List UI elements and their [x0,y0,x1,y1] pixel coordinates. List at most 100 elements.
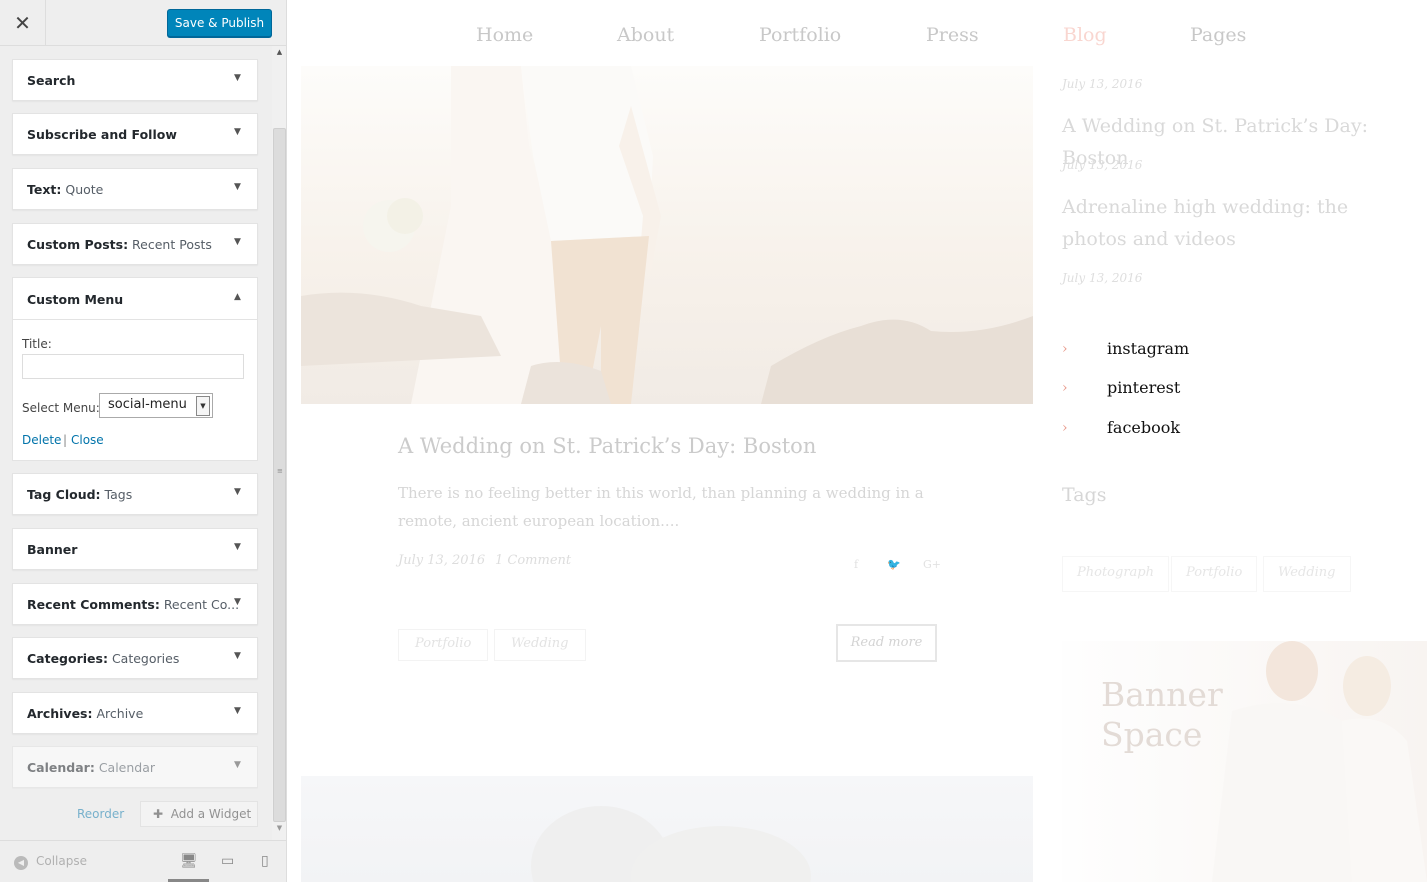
widget-subtitle: Categories [111,651,180,666]
close-link[interactable]: Close [71,433,104,447]
chevron-right-icon: › [1062,341,1068,357]
social-menu-label: facebook [1107,418,1181,437]
widget-recent-comments[interactable]: Recent Comments: Recent Co... ▼ [12,583,258,625]
link-separator: | [63,433,68,447]
social-menu-label: pinterest [1107,378,1181,397]
widget-subtitle: Recent Co... [163,597,240,612]
scroll-up-arrow-icon[interactable]: ▲ [272,48,286,58]
title-label: Title: [22,337,52,351]
nav-home[interactable]: Home [476,24,533,46]
main-navigation: Home About Portfolio Press Blog Pages [288,24,1427,54]
expand-arrow-icon: ▼ [234,706,241,716]
select-menu-dropdown[interactable]: social-menu ▼ [99,393,213,418]
reorder-link[interactable]: Reorder [77,807,124,821]
close-customizer-button[interactable]: ✕ [0,0,46,46]
banner-widget[interactable]: Banner Space [1062,641,1427,882]
second-featured-image[interactable] [301,776,1033,882]
expand-arrow-icon: ▼ [234,542,241,552]
twitter-share-icon[interactable]: 🐦 [887,558,901,571]
widget-subtitle: Tags [104,487,133,502]
chevron-right-icon: › [1062,380,1068,396]
expand-arrow-icon: ▼ [234,487,241,497]
close-icon: ✕ [14,11,31,35]
expand-arrow-icon: ▼ [234,73,241,83]
recent-post-date: July 13, 2016 [1062,271,1143,285]
widget-title: Archives [27,706,88,721]
widget-title: Custom Posts [27,237,124,252]
chevron-right-icon: › [1062,420,1068,436]
widget-title: Categories [27,651,103,666]
site-preview: Home About Portfolio Press Blog Pages A … [288,0,1427,882]
widget-subtitle: Recent Posts [132,237,212,252]
recent-post-title[interactable]: Adrenaline high wedding: the photos and … [1062,191,1407,255]
widget-title: Custom Menu [27,292,124,307]
chevron-down-icon: ▼ [196,396,210,416]
read-more-button[interactable]: Read more [836,624,937,662]
tag-cloud-item[interactable]: Photograph [1062,556,1169,592]
facebook-share-icon[interactable]: f [854,558,858,571]
collapse-arrow-icon: ◀ [14,856,28,870]
nav-blog[interactable]: Blog [1063,24,1107,46]
expand-arrow-icon: ▼ [234,760,241,770]
desktop-preview-icon[interactable]: 🖥 [180,853,198,869]
expand-arrow-icon: ▼ [234,597,241,607]
add-widget-label: Add a Widget [170,807,252,821]
widget-categories[interactable]: Categories: Categories ▼ [12,637,258,679]
expand-arrow-icon: ▼ [234,182,241,192]
customizer-footer: ◀ Collapse 🖥 ▭ ▯ [0,840,286,882]
mobile-preview-icon[interactable]: ▯ [261,853,269,869]
widget-subscribe-and-follow[interactable]: Subscribe and Follow ▼ [12,113,258,155]
post-excerpt: There is no feeling better in this world… [398,484,924,530]
widget-title: Recent Comments [27,597,155,612]
post-comments[interactable]: 1 Comment [495,553,571,568]
featured-image[interactable] [301,66,1033,404]
tag-cloud-item[interactable]: Wedding [1263,556,1351,592]
nav-portfolio[interactable]: Portfolio [759,24,841,46]
title-input[interactable] [22,354,244,379]
post-date[interactable]: July 13, 2016 [398,553,485,568]
tags-heading: Tags [1062,484,1107,506]
widget-custom-posts[interactable]: Custom Posts: Recent Posts ▼ [12,223,258,265]
widget-title: Calendar [27,760,90,775]
recent-post-date: July 13, 2016 [1062,158,1143,172]
scrollbar-thumb[interactable]: ≡ [273,128,286,822]
wedding-photo [301,66,1033,404]
plus-icon: ✚ [153,807,164,821]
widget-calendar[interactable]: Calendar: Calendar ▼ [12,746,258,788]
widget-archives[interactable]: Archives: Archive ▼ [12,692,258,734]
expand-arrow-icon: ▼ [234,127,241,137]
widget-title: Text [27,182,57,197]
select-menu-label: Select Menu: [22,401,100,415]
banner-text: Banner Space [1101,675,1223,754]
tag-cloud-item[interactable]: Portfolio [1171,556,1258,592]
post-title[interactable]: A Wedding on St. Patrick’s Day: Boston [398,434,816,458]
widget-text[interactable]: Text: Quote ▼ [12,168,258,210]
post-tag[interactable]: Portfolio [398,629,489,661]
nav-pages[interactable]: Pages [1190,24,1246,46]
scroll-down-arrow-icon[interactable]: ▼ [272,824,286,834]
tablet-preview-icon[interactable]: ▭ [221,853,234,869]
widget-title: Tag Cloud [27,487,96,502]
social-menu-label: instagram [1107,339,1190,358]
add-widget-button[interactable]: ✚ Add a Widget [140,801,258,827]
widget-title: Subscribe and Follow [27,127,177,142]
collapse-arrow-icon: ▲ [234,292,241,302]
delete-link[interactable]: Delete [22,433,61,447]
nav-about[interactable]: About [617,24,674,46]
widget-title: Banner [27,542,78,557]
second-photo [531,806,811,882]
widget-subtitle: Quote [65,182,104,197]
widget-custom-menu-header[interactable]: Custom Menu ▲ [13,278,257,320]
widget-tag-cloud[interactable]: Tag Cloud: Tags ▼ [12,473,258,515]
google-plus-share-icon[interactable]: G+ [923,558,941,571]
post-tag[interactable]: Wedding [494,629,586,661]
save-publish-button[interactable]: Save & Publish [167,9,272,37]
grip-icon: ≡ [277,467,283,475]
nav-press[interactable]: Press [926,24,979,46]
collapse-button[interactable]: ◀ Collapse [14,854,87,870]
expand-arrow-icon: ▼ [234,237,241,247]
expand-arrow-icon: ▼ [234,651,241,661]
collapse-label: Collapse [36,854,87,868]
widget-banner[interactable]: Banner ▼ [12,528,258,570]
widget-search[interactable]: Search ▼ [12,59,258,101]
